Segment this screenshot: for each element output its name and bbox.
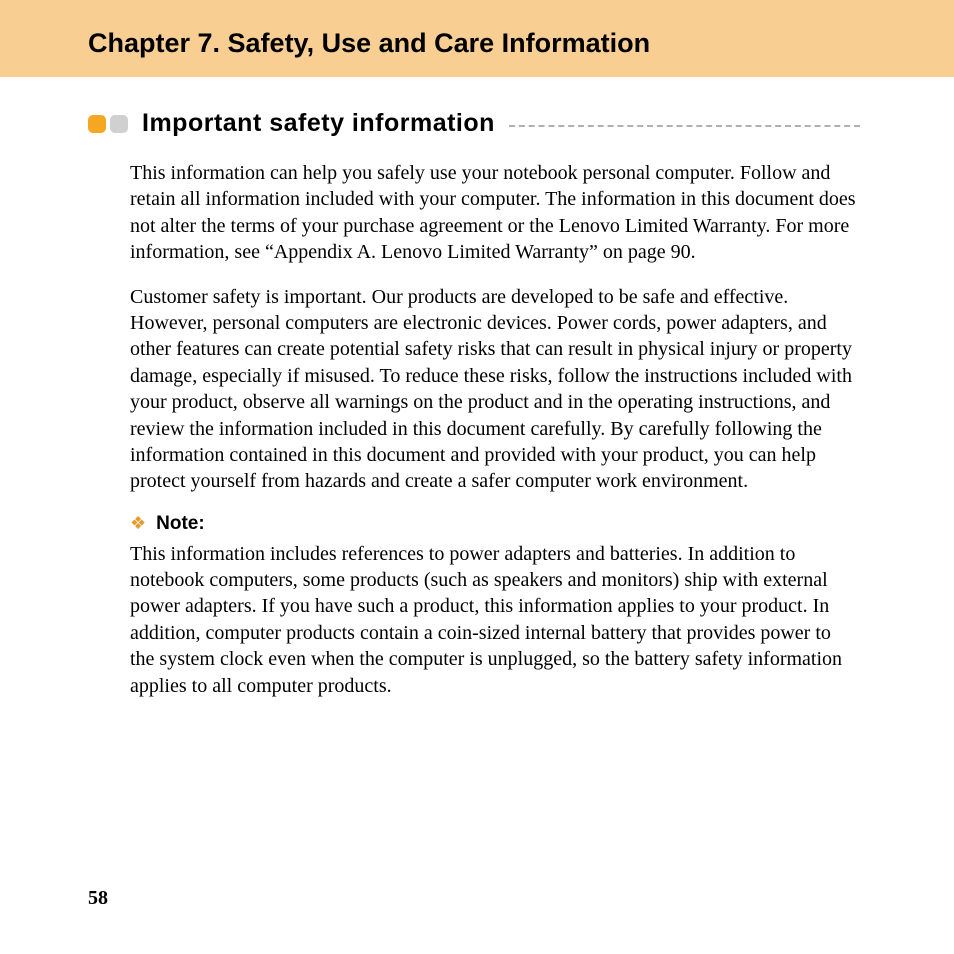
note-label: Note: bbox=[156, 513, 205, 535]
page-content: Important safety information This inform… bbox=[0, 77, 954, 699]
note-text: This information includes references to … bbox=[130, 541, 860, 699]
note-diamond-icon: ❖ bbox=[130, 513, 146, 534]
bullet-orange-icon bbox=[88, 115, 106, 133]
bullet-grey-icon bbox=[110, 115, 128, 133]
note-header: ❖ Note: bbox=[130, 513, 860, 535]
paragraph-intro: This information can help you safely use… bbox=[130, 160, 860, 266]
chapter-title: Chapter 7. Safety, Use and Care Informat… bbox=[88, 28, 954, 59]
chapter-header-band: Chapter 7. Safety, Use and Care Informat… bbox=[0, 0, 954, 77]
paragraph-safety: Customer safety is important. Our produc… bbox=[130, 284, 860, 495]
section-title: Important safety information bbox=[142, 109, 495, 138]
dashed-rule bbox=[509, 125, 860, 127]
page-number: 58 bbox=[88, 887, 108, 910]
section-header: Important safety information bbox=[88, 109, 860, 138]
